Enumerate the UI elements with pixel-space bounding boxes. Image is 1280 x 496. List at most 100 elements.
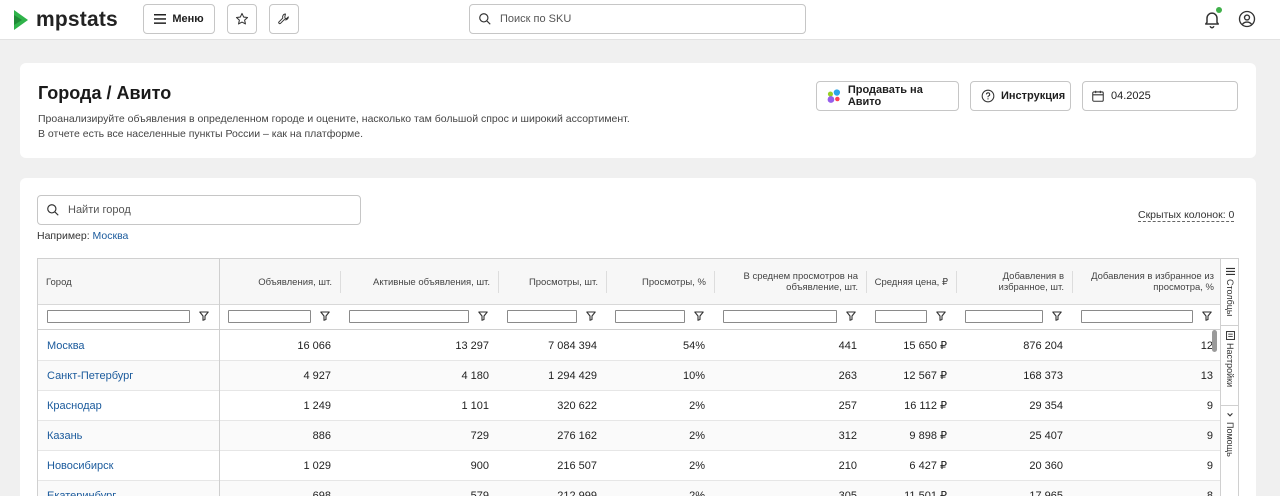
table-row: Краснодар 1 249 1 101 320 622 2% 257 16 112 ₽ 2… bbox=[38, 391, 1220, 421]
column-filter-input[interactable] bbox=[349, 310, 469, 323]
search-example: Например: Москва bbox=[37, 230, 128, 242]
header-separator bbox=[606, 271, 607, 293]
side-tab-columns-label: Столбцы bbox=[1225, 279, 1235, 317]
table-cell: 257 bbox=[838, 399, 857, 412]
avito-dots-icon bbox=[827, 89, 841, 103]
filter-icon[interactable] bbox=[199, 311, 209, 321]
search-icon bbox=[479, 13, 491, 25]
column-filter-input[interactable] bbox=[507, 310, 577, 323]
column-filter-input[interactable] bbox=[723, 310, 837, 323]
instruction-button[interactable]: Инструкция bbox=[970, 81, 1071, 111]
filter-icon[interactable] bbox=[320, 311, 330, 321]
logo[interactable]: mpstats bbox=[12, 6, 118, 34]
page-description: Проанализируйте объявления в определенно… bbox=[38, 112, 630, 142]
header-separator bbox=[714, 271, 715, 293]
city-link[interactable]: Санкт-Петербург bbox=[38, 361, 219, 390]
table-cell: 16 112 ₽ bbox=[904, 400, 947, 412]
table-cell: 25 407 bbox=[1029, 429, 1063, 442]
top-bar: mpstats Меню bbox=[0, 0, 1280, 40]
side-divider bbox=[1221, 405, 1239, 406]
menu-label: Меню bbox=[172, 13, 204, 25]
table-row: Санкт-Петербург 4 927 4 180 1 294 429 10% 263… bbox=[38, 361, 1220, 391]
column-header-active-ads[interactable]: Активные объявления, шт. bbox=[340, 259, 498, 305]
menu-button[interactable]: Меню bbox=[143, 4, 215, 34]
settings-icon bbox=[1225, 331, 1235, 340]
city-link[interactable]: Новосибирск bbox=[38, 451, 219, 480]
column-filter-input[interactable] bbox=[1081, 310, 1193, 323]
column-filter-input[interactable] bbox=[965, 310, 1043, 323]
table-cell: 29 354 bbox=[1029, 399, 1063, 412]
city-search-box[interactable] bbox=[37, 195, 361, 225]
description-line-1: Проанализируйте объявления в определенно… bbox=[38, 113, 630, 125]
hidden-columns-link[interactable]: Скрытых колонок: 0 bbox=[1138, 209, 1235, 222]
city-link[interactable]: Москва bbox=[38, 331, 219, 360]
example-prefix: Например: bbox=[37, 230, 93, 242]
example-link[interactable]: Москва bbox=[93, 230, 129, 242]
side-tab-help-label: Помощь bbox=[1225, 422, 1235, 457]
table-cell: 4 927 bbox=[303, 369, 331, 382]
filter-icon[interactable] bbox=[1052, 311, 1062, 321]
header-separator bbox=[340, 271, 341, 293]
column-header-avg-views[interactable]: В среднем просмотров на объявление, шт. bbox=[714, 259, 866, 305]
cities-table: Город Объявления, шт. Активные объявлени… bbox=[37, 258, 1221, 496]
table-cell: 4 180 bbox=[461, 369, 489, 382]
table-cell: 12 567 ₽ bbox=[903, 370, 947, 382]
filter-icon[interactable] bbox=[936, 311, 946, 321]
table-cell: 8 bbox=[1206, 489, 1213, 496]
table-cell: 320 622 bbox=[557, 399, 597, 412]
calendar-icon bbox=[1092, 90, 1104, 102]
filter-icon[interactable] bbox=[1202, 311, 1212, 321]
filter-icon[interactable] bbox=[478, 311, 488, 321]
sell-on-avito-label: Продавать на Авито bbox=[847, 84, 923, 108]
city-link[interactable]: Краснодар bbox=[38, 391, 219, 420]
column-filter-input[interactable] bbox=[615, 310, 685, 323]
wrench-icon bbox=[278, 13, 289, 25]
column-header-views[interactable]: Просмотры, шт. bbox=[498, 259, 606, 305]
city-search-input[interactable] bbox=[68, 204, 348, 216]
column-header-fav-from-views[interactable]: Добавления в избранное из просмотра, % bbox=[1072, 259, 1220, 305]
date-picker[interactable]: 04.2025 bbox=[1082, 81, 1238, 111]
side-tab-help[interactable]: Помощь bbox=[1221, 411, 1239, 457]
sku-search-input[interactable] bbox=[500, 13, 780, 25]
header-separator bbox=[1072, 271, 1073, 293]
table-card: Например: Москва Скрытых колонок: 0 Горо… bbox=[20, 178, 1256, 496]
column-filter-input[interactable] bbox=[875, 310, 927, 323]
table-cell: 579 bbox=[470, 489, 489, 496]
table-cell: 11 501 ₽ bbox=[904, 490, 947, 496]
sell-on-avito-button[interactable]: Продавать на Авито bbox=[816, 81, 959, 111]
table-row: Екатеринбург 698 579 212 999 2% 305 11 501 ₽ 17… bbox=[38, 481, 1220, 496]
column-filter-input[interactable] bbox=[228, 310, 311, 323]
filter-icon[interactable] bbox=[586, 311, 596, 321]
column-filter-input[interactable] bbox=[47, 310, 190, 323]
column-header-avg-price[interactable]: Средняя цена, ₽ bbox=[866, 259, 956, 305]
column-header-favorites[interactable]: Добавления в избранное, шт. bbox=[956, 259, 1072, 305]
chevron-icon bbox=[1227, 413, 1233, 417]
city-link[interactable]: Казань bbox=[38, 421, 219, 450]
user-icon[interactable] bbox=[1238, 10, 1256, 28]
sku-search-box[interactable] bbox=[469, 4, 806, 34]
columns-icon bbox=[1225, 267, 1235, 276]
column-header-city[interactable]: Город bbox=[38, 259, 219, 305]
column-header-views-pct[interactable]: Просмотры, % bbox=[606, 259, 714, 305]
table-cell: 9 bbox=[1206, 459, 1213, 472]
table-scrollbar[interactable] bbox=[1212, 330, 1217, 352]
filter-icon[interactable] bbox=[846, 311, 856, 321]
table-row: Москва 16 066 13 297 7 084 394 54% 441 15 650 … bbox=[38, 331, 1220, 361]
table-cell: 12 bbox=[1200, 339, 1213, 352]
side-tab-settings[interactable]: Настройки bbox=[1221, 331, 1239, 387]
tools-button[interactable] bbox=[269, 4, 299, 34]
notification-dot bbox=[1216, 7, 1222, 13]
table-cell: 2% bbox=[689, 489, 705, 496]
column-header-ads[interactable]: Объявления, шт. bbox=[219, 259, 340, 305]
table-cell: 1 294 429 bbox=[548, 369, 597, 382]
city-link[interactable]: Екатеринбург bbox=[38, 481, 219, 496]
side-tab-columns[interactable]: Столбцы bbox=[1221, 267, 1239, 316]
table-cell: 9 898 ₽ bbox=[909, 430, 947, 442]
description-line-2: В отчете есть все населенные пункты Росс… bbox=[38, 128, 364, 140]
table-cell: 729 bbox=[470, 429, 489, 442]
filter-icon[interactable] bbox=[694, 311, 704, 321]
table-cell: 13 297 bbox=[455, 339, 489, 352]
side-tab-settings-label: Настройки bbox=[1225, 343, 1235, 388]
favorites-button[interactable] bbox=[227, 4, 257, 34]
table-cell: 2% bbox=[689, 399, 705, 412]
